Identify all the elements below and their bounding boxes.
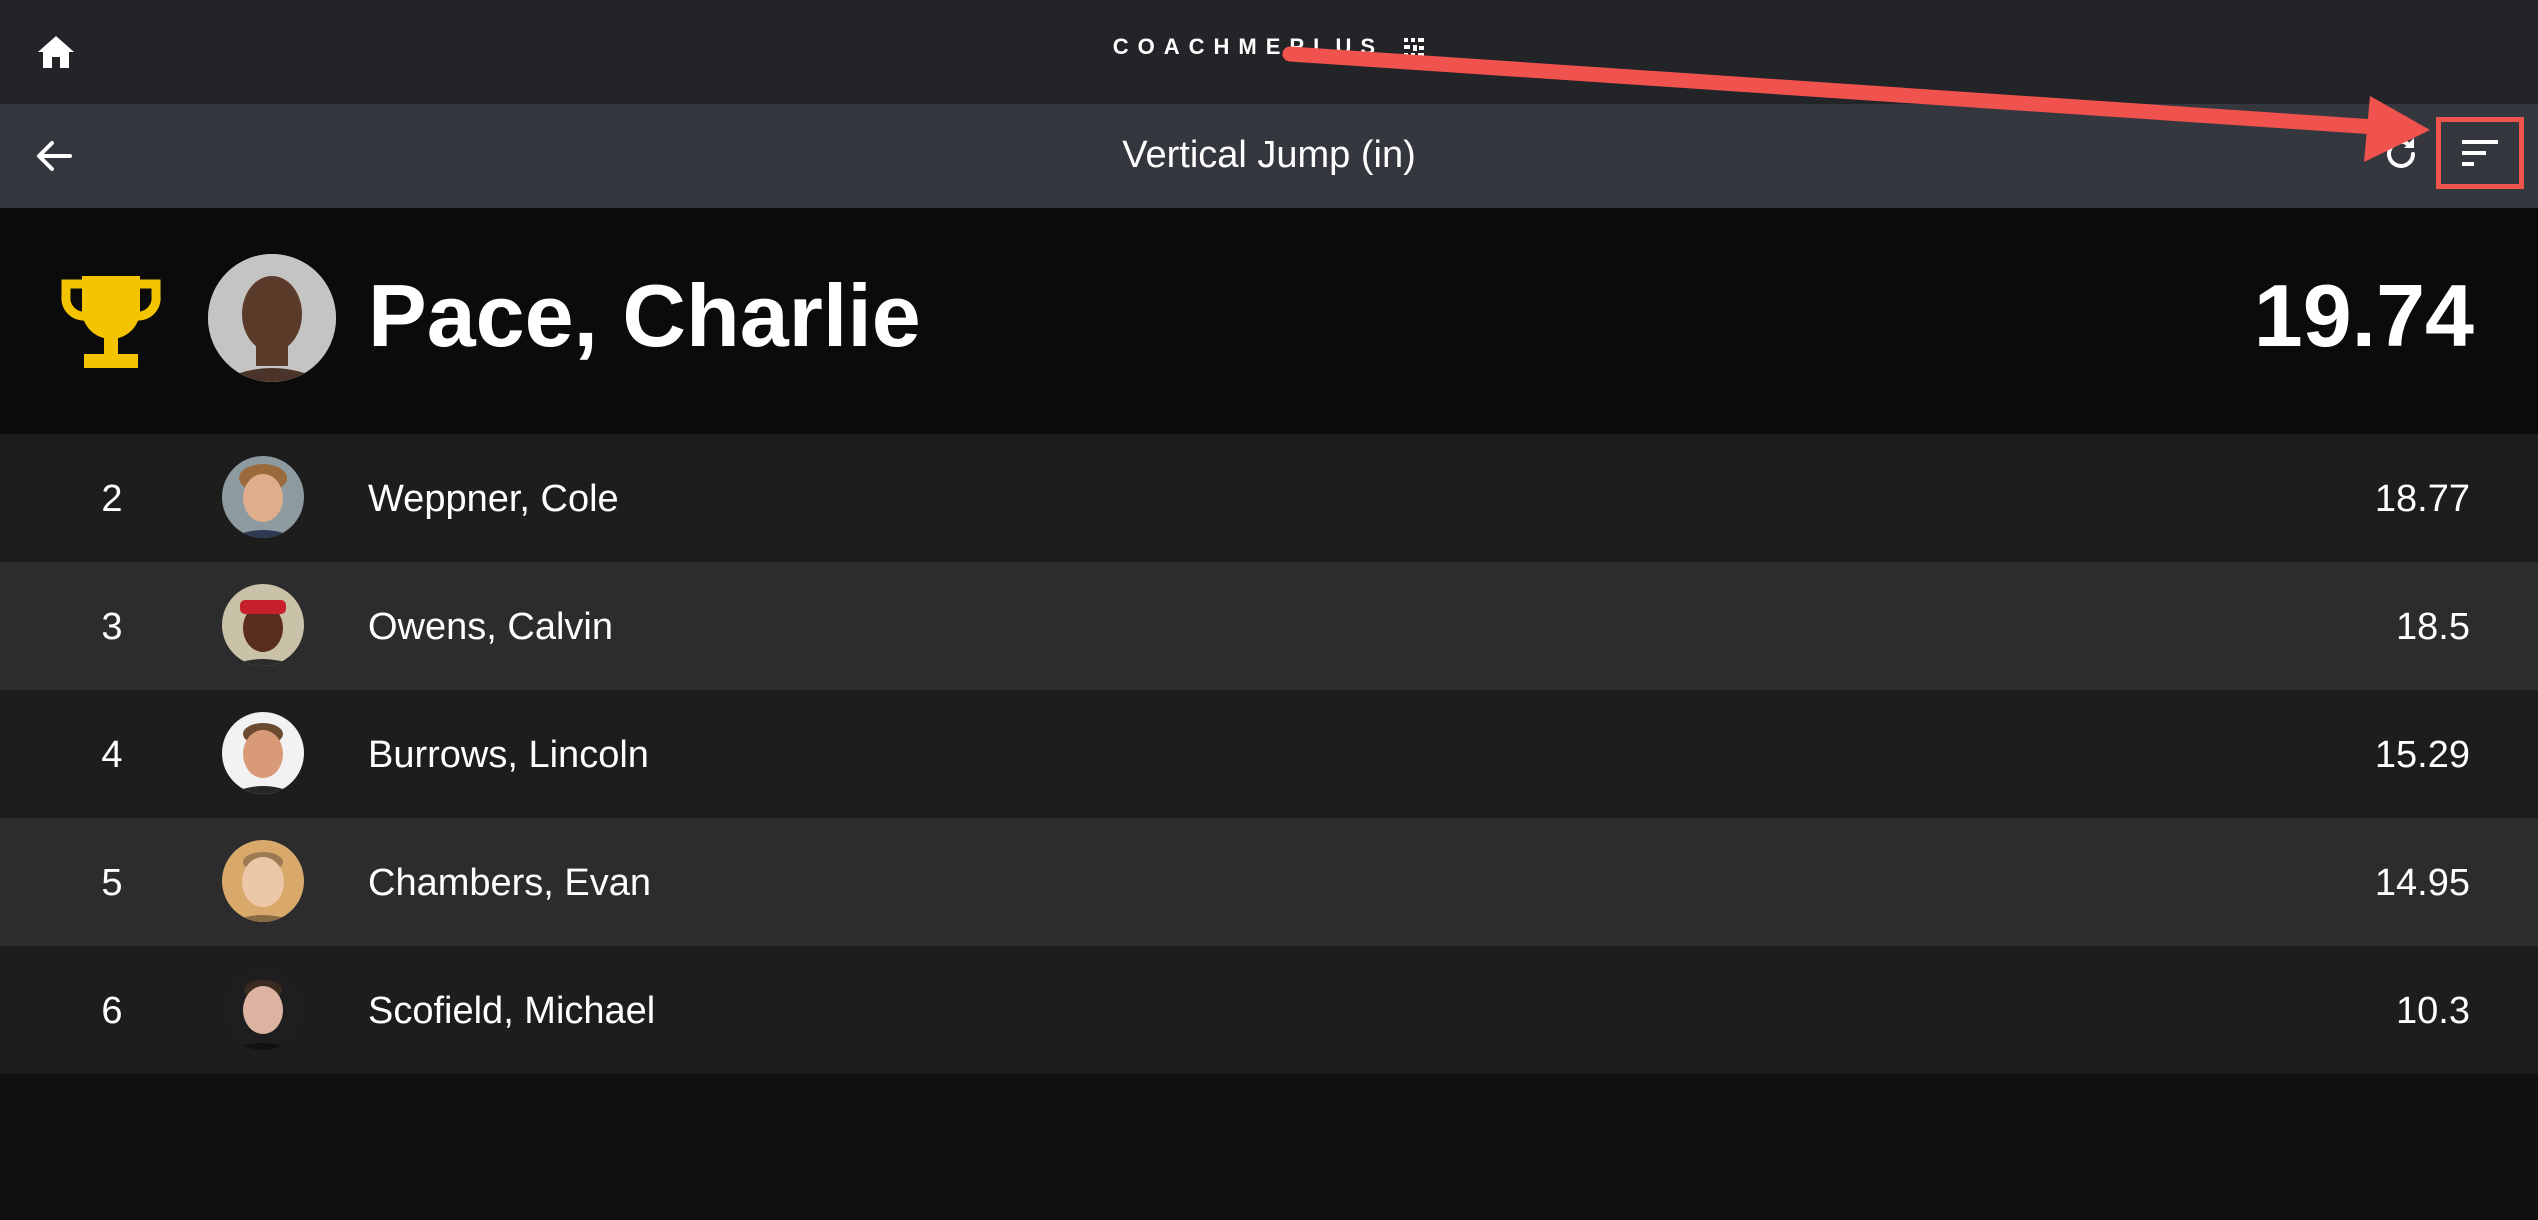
avatar: [208, 254, 336, 382]
avatar: [222, 840, 304, 922]
brand-text: COACHMEPLUS: [1112, 34, 1385, 59]
list-item[interactable]: 4 Burrows, Lincoln 15.29: [0, 690, 2538, 818]
leader-score: 19.74: [2253, 266, 2474, 365]
avatar-photo: [222, 584, 304, 666]
athlete-name: Weppner, Cole: [368, 478, 619, 520]
trophy-icon: [61, 276, 161, 368]
avatar: [222, 584, 304, 666]
athlete-score: 14.95: [2374, 862, 2470, 904]
athlete-name: Burrows, Lincoln: [368, 734, 649, 776]
page-title: Vertical Jump (in): [1122, 134, 1416, 176]
rank-number: 6: [101, 990, 123, 1032]
athlete-name: Scofield, Michael: [368, 990, 656, 1032]
rank-number: 2: [101, 478, 123, 520]
avatar-photo: [222, 712, 304, 794]
athlete-score: 18.77: [2374, 478, 2470, 520]
list-item[interactable]: 2 Weppner, Cole 18.77: [0, 434, 2538, 562]
refresh-button[interactable]: [2375, 128, 2427, 180]
leader-row[interactable]: Pace, Charlie 19.74: [0, 208, 2538, 434]
rank-number: 4: [101, 734, 123, 776]
rank-number: 5: [101, 862, 123, 904]
athlete-name: Chambers, Evan: [368, 862, 652, 904]
athlete-name: Owens, Calvin: [368, 606, 613, 648]
list-item[interactable]: 5 Chambers, Evan 14.95: [0, 818, 2538, 946]
athlete-score: 10.3: [2396, 990, 2470, 1032]
list-item[interactable]: 6 Scofield, Michael 10.3: [0, 946, 2538, 1074]
avatar-photo: [222, 840, 304, 922]
athlete-score: 15.29: [2374, 734, 2470, 776]
avatar: [222, 968, 304, 1050]
avatar-photo: [222, 456, 304, 538]
sort-button[interactable]: [2436, 117, 2524, 189]
brand-mark-icon: [1404, 38, 1425, 59]
top-bar: COACHMEPLUS: [0, 0, 2538, 104]
ranking-list: 2 Weppner, Cole 18.77 3 Owens, Calvin 18…: [0, 434, 2538, 1074]
rank-number: 3: [101, 606, 123, 648]
list-item[interactable]: 3 Owens, Calvin 18.5: [0, 562, 2538, 690]
refresh-icon: [2387, 138, 2415, 168]
athlete-score: 18.5: [2396, 606, 2470, 648]
sort-icon: [2462, 140, 2498, 166]
leader-name: Pace, Charlie: [368, 266, 921, 365]
avatar: [222, 712, 304, 794]
brand-logo: COACHMEPLUS: [0, 34, 2538, 60]
avatar-photo: [222, 968, 304, 1050]
avatar-photo: [208, 254, 336, 382]
title-bar: Vertical Jump (in): [0, 104, 2538, 208]
avatar: [222, 456, 304, 538]
